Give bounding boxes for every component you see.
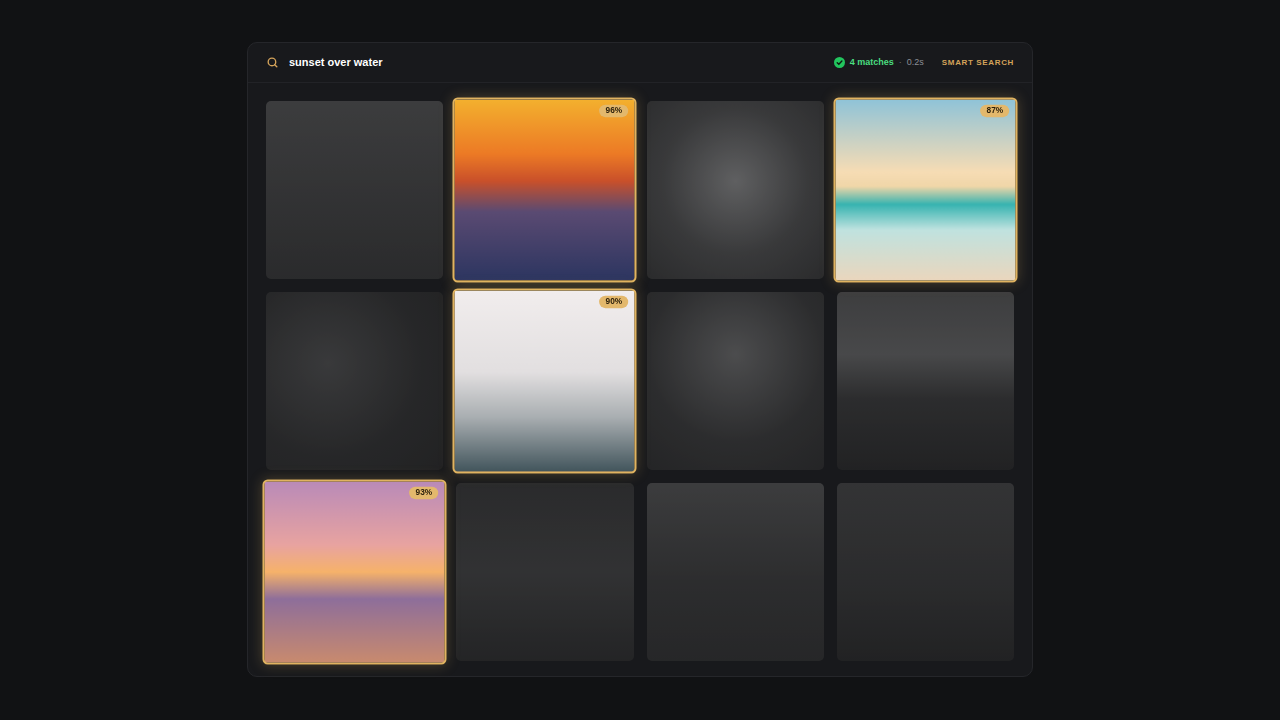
smart-search-button[interactable]: SMART SEARCH	[942, 57, 1014, 69]
search-panel: sunset over water 4 matches · 0.2s SMART SEA…	[247, 42, 1033, 677]
result-tile[interactable]	[647, 292, 824, 470]
match-count: 4 matches	[850, 56, 894, 70]
search-separator: ·	[899, 56, 902, 70]
search-icon	[266, 56, 279, 69]
check-icon	[834, 57, 845, 68]
result-tile[interactable]	[266, 101, 443, 279]
score-badge: 96%	[600, 105, 629, 117]
result-tile[interactable]	[266, 292, 443, 470]
result-tile[interactable]: 87%	[833, 97, 1017, 282]
score-badge: 90%	[600, 296, 629, 308]
result-tile[interactable]	[837, 483, 1014, 661]
result-tile[interactable]: 96%	[453, 97, 637, 282]
score-badge: 87%	[980, 105, 1009, 117]
result-tile[interactable]	[647, 101, 824, 279]
result-tile[interactable]: 93%	[262, 479, 446, 664]
search-time: 0.2s	[907, 56, 924, 70]
result-tile[interactable]	[837, 292, 1014, 470]
result-tile[interactable]	[647, 483, 824, 661]
result-tile[interactable]	[456, 483, 633, 661]
result-grid: 96% 87% 90% 93%	[248, 83, 1032, 661]
search-bar: sunset over water 4 matches · 0.2s SMART SEA…	[248, 43, 1032, 83]
match-status: 4 matches · 0.2s	[834, 56, 924, 70]
result-tile[interactable]: 90%	[453, 288, 637, 473]
score-badge: 93%	[409, 487, 438, 499]
search-input[interactable]: sunset over water	[289, 54, 824, 71]
